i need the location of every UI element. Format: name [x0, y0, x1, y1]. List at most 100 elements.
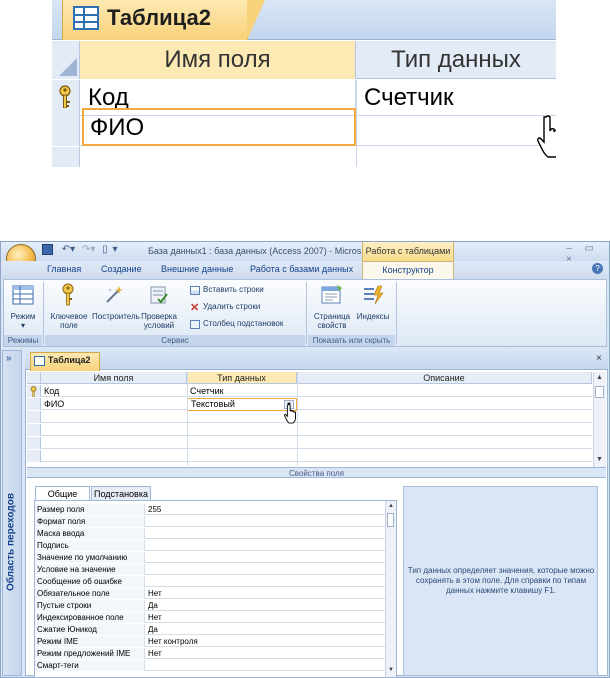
- property-value[interactable]: Нет: [146, 648, 385, 659]
- row-selector[interactable]: [27, 411, 41, 423]
- property-label: Сжатие Юникод: [35, 624, 145, 635]
- redo-icon[interactable]: ↷▾: [82, 244, 95, 255]
- quick-access-toolbar: ↶▾ ↷▾ ▯ ▾: [42, 244, 117, 255]
- col-header-field-name: Имя поля: [41, 372, 187, 384]
- row-selector[interactable]: [27, 385, 41, 397]
- indexes-icon: [364, 285, 384, 305]
- tab-database-tools[interactable]: Работа с базами данных: [250, 264, 353, 274]
- undo-icon[interactable]: ↶▾: [62, 244, 75, 255]
- scroll-down-icon[interactable]: ▼: [596, 456, 603, 463]
- zoom-field-name-text: ФИО: [90, 114, 145, 141]
- hand-cursor-icon: [537, 115, 556, 158]
- test-validation-button[interactable]: Проверка условий: [134, 283, 184, 330]
- customize-qat-icon[interactable]: ▾: [112, 244, 117, 255]
- table-row: [27, 411, 592, 423]
- group-label-modes: Режимы: [4, 335, 42, 346]
- property-value[interactable]: [146, 576, 385, 587]
- row-selector[interactable]: [27, 437, 41, 449]
- key-icon: [62, 283, 74, 306]
- primary-key-icon: [30, 386, 37, 397]
- insert-rows-icon: [190, 286, 200, 295]
- property-value[interactable]: 255: [146, 504, 385, 515]
- property-label: Сообщение об ошибке: [35, 576, 145, 587]
- property-label: Смарт-теги: [35, 660, 145, 671]
- description-cell[interactable]: [297, 385, 592, 397]
- page-icon[interactable]: ▯: [102, 244, 108, 255]
- view-mode-button[interactable]: Режим ▾: [6, 283, 40, 330]
- scroll-up-icon[interactable]: ▲: [388, 503, 394, 509]
- property-label: Условие на значение: [35, 564, 145, 575]
- property-label: Подпись: [35, 540, 145, 551]
- zoom-row-selector[interactable]: [52, 147, 80, 167]
- zoom-field-name-editing[interactable]: ФИО: [82, 108, 356, 146]
- property-value[interactable]: Нет контроля: [146, 636, 385, 647]
- data-type-cell[interactable]: Счетчик: [187, 385, 297, 397]
- row-selector[interactable]: [27, 424, 41, 436]
- property-value[interactable]: [146, 540, 385, 551]
- indexes-label: Индексы: [356, 312, 390, 321]
- builder-label: Построитель: [92, 312, 140, 321]
- zoom-tab-title: Таблица2: [107, 5, 211, 30]
- row-selector[interactable]: [27, 450, 41, 462]
- scroll-thumb[interactable]: [595, 386, 604, 398]
- property-label: Режим предложений IME: [35, 648, 145, 659]
- zoom-select-all-corner[interactable]: [52, 41, 80, 79]
- property-value[interactable]: [146, 660, 385, 671]
- primary-key-button[interactable]: Ключевое поле: [47, 283, 91, 330]
- data-type-combobox[interactable]: Текстовый: [187, 398, 297, 411]
- data-type-value: Текстовый: [191, 399, 235, 409]
- save-icon[interactable]: [42, 244, 53, 255]
- lookup-column-icon: [190, 320, 200, 329]
- property-value[interactable]: [146, 552, 385, 563]
- scroll-thumb[interactable]: [387, 513, 394, 527]
- delete-rows-button[interactable]: ✕ Удалить строки: [190, 302, 300, 314]
- tab-home[interactable]: Главная: [47, 264, 81, 274]
- insert-rows-label: Вставить строки: [203, 285, 264, 294]
- ribbon-separator: [306, 282, 307, 344]
- property-value[interactable]: Нет: [146, 588, 385, 599]
- property-value[interactable]: [146, 564, 385, 575]
- col-header-data-type: Тип данных: [187, 372, 297, 384]
- lookup-column-button[interactable]: Столбец подстановок: [190, 319, 302, 331]
- close-document-icon[interactable]: ×: [596, 353, 602, 364]
- properties-scrollbar[interactable]: ▲ ▼: [385, 501, 396, 677]
- grid-scrollbar[interactable]: ▲ ▼: [593, 372, 606, 467]
- builder-wand-icon: [106, 286, 123, 303]
- property-sheet-button[interactable]: Страница свойств: [309, 283, 355, 330]
- tab-create[interactable]: Создание: [101, 264, 142, 274]
- tab-general-properties[interactable]: Общие: [35, 486, 90, 500]
- property-value[interactable]: [146, 528, 385, 539]
- tab-lookup-properties[interactable]: Подстановка: [91, 486, 151, 500]
- property-value[interactable]: Да: [146, 600, 385, 611]
- row-selector[interactable]: [27, 398, 41, 410]
- help-icon[interactable]: ?: [592, 263, 603, 274]
- field-name-cell[interactable]: Код: [41, 385, 187, 397]
- property-label: Пустые строки: [35, 600, 145, 611]
- validation-check-icon: [150, 286, 168, 304]
- window-title: База данных1 : база данных (Access 2007)…: [148, 246, 369, 256]
- zoom-row-selector[interactable]: [52, 108, 80, 146]
- property-help-text: Тип данных определяет значения, которые …: [407, 566, 595, 595]
- property-value[interactable]: Нет: [146, 612, 385, 623]
- zoom-data-type-cell[interactable]: [356, 109, 556, 145]
- zoom-table-tab[interactable]: Таблица2: [62, 0, 265, 40]
- grid-select-all[interactable]: [27, 372, 41, 384]
- scroll-down-icon[interactable]: ▼: [388, 667, 394, 673]
- property-label: Размер поля: [35, 504, 145, 515]
- tab-design[interactable]: Конструктор: [362, 261, 454, 280]
- property-label: Режим IME: [35, 636, 145, 647]
- scroll-up-icon[interactable]: ▲: [596, 374, 603, 381]
- builder-button[interactable]: Построитель: [92, 283, 140, 329]
- tab-external-data[interactable]: Внешние данные: [161, 264, 233, 274]
- property-value[interactable]: Да: [146, 624, 385, 635]
- nav-expand-chevron[interactable]: »: [6, 353, 12, 364]
- field-name-cell[interactable]: ФИО: [41, 398, 187, 410]
- insert-rows-button[interactable]: Вставить строки: [190, 285, 300, 297]
- description-cell[interactable]: [297, 398, 592, 410]
- table-icon: [34, 356, 45, 366]
- indexes-button[interactable]: Индексы: [352, 283, 394, 329]
- zoomed-table-view: Таблица2 Имя поля Тип данных Код Счетчик…: [52, 0, 556, 167]
- lookup-column-label: Столбец подстановок: [203, 319, 284, 328]
- property-value[interactable]: [146, 516, 385, 527]
- property-label: Формат поля: [35, 516, 145, 527]
